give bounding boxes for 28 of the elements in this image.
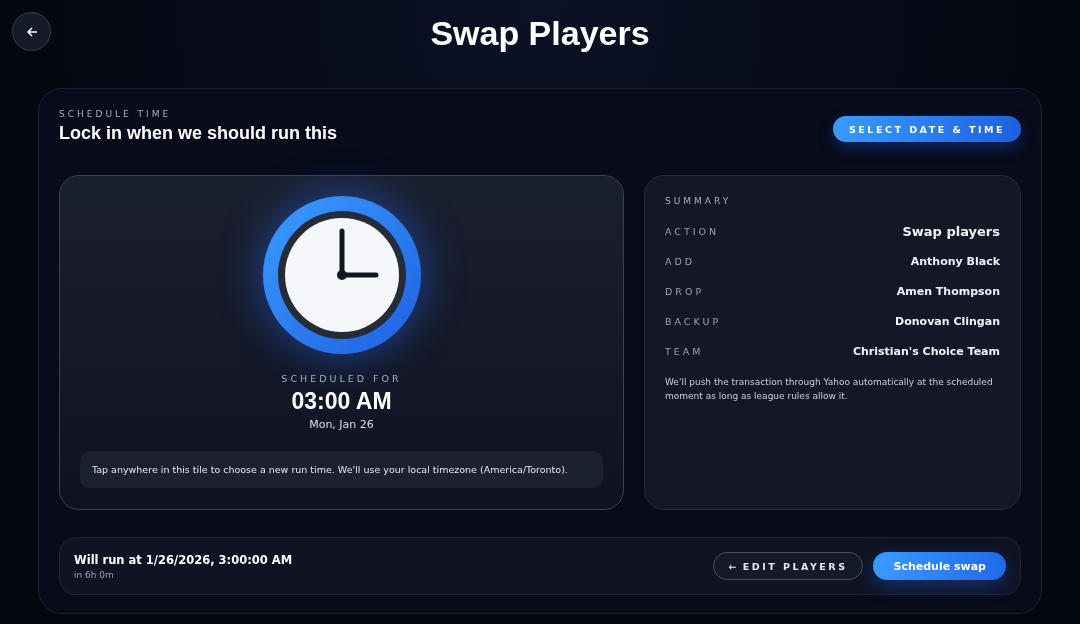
hint-text: Tap anywhere in this tile to choose a new run time. We'll use your local timezone (America/Toronto). <box>80 451 603 488</box>
summary-label: TEAM <box>665 345 704 357</box>
section-title: Lock in when we should run this <box>59 123 337 144</box>
back-arrow-icon <box>25 25 38 38</box>
run-at-text: Will run at 1/26/2026, 3:00:00 AM <box>74 552 293 567</box>
summary-note: We'll push the transaction through Yahoo automatically at the scheduled moment as long as league rules allow it. <box>665 376 994 403</box>
summary-title: SUMMARY <box>665 196 733 206</box>
edit-players-button[interactable]: ← EDIT PLAYERS <box>712 552 864 580</box>
back-button[interactable] <box>12 12 51 51</box>
summary-label: ADD <box>665 255 696 267</box>
page-title: Swap Players <box>430 13 650 53</box>
scheduled-time: 03:00 AM <box>291 388 392 415</box>
summary-label: BACKUP <box>665 315 722 327</box>
summary-value: Swap players <box>902 223 1000 239</box>
schedule-tile[interactable]: SCHEDULED FOR 03:00 AM Mon, Jan 26 Tap anywhere in this tile to choose a new run time. We'll use your local timezone (America/Toronto). <box>59 175 624 510</box>
summary-value: Donovan Clingan <box>895 314 1000 328</box>
clock-icon <box>261 195 422 355</box>
summary-label: DROP <box>665 285 705 297</box>
summary-value: Amen Thompson <box>896 284 1000 298</box>
select-date-time-button[interactable]: SELECT DATE & TIME <box>833 116 1021 142</box>
schedule-swap-button[interactable]: Schedule swap <box>873 552 1006 580</box>
summary-value: Anthony Black <box>910 254 1000 268</box>
summary-value: Christian's Choice Team <box>852 344 1000 358</box>
scheduled-for-label: SCHEDULED FOR <box>281 373 402 384</box>
scheduled-date: Mon, Jan 26 <box>309 418 374 431</box>
summary-label: ACTION <box>665 225 720 237</box>
section-eyebrow: SCHEDULE TIME <box>59 109 173 119</box>
countdown-text: in 6h 0m <box>74 569 115 580</box>
